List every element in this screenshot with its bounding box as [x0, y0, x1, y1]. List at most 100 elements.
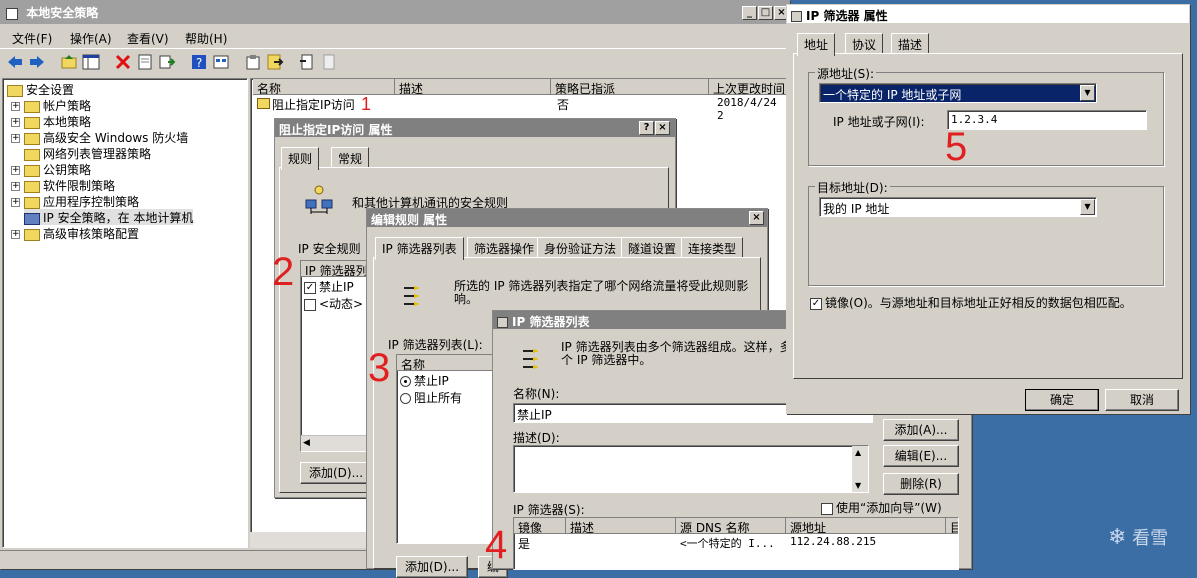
toolbar: ? — [0, 48, 790, 76]
filter-src-dns: <一个特定的 I... — [680, 537, 775, 550]
col-name[interactable]: 名称 — [253, 79, 395, 95]
help-icon[interactable]: ? — [190, 53, 208, 71]
col-assigned[interactable]: 策略已指派 — [551, 79, 709, 95]
back-icon[interactable] — [6, 53, 24, 71]
delete-icon[interactable] — [114, 53, 132, 71]
rule-row-block[interactable]: ✓ 禁止IP — [304, 278, 354, 295]
policy-assigned: 否 — [557, 98, 570, 112]
add-filter-button[interactable]: 添加(A)... — [883, 419, 959, 441]
tab-auth-method[interactable]: 身份验证方法 — [537, 237, 624, 257]
edit-rule-title-bar[interactable]: 编辑规则 属性 — [367, 209, 767, 227]
tab-address[interactable]: 地址 — [797, 33, 836, 56]
tree-root[interactable]: 安全设置 — [7, 81, 74, 97]
main-title-bar[interactable]: 本地安全策略 — [0, 0, 790, 24]
menu-help[interactable]: 帮助(H) — [185, 30, 227, 47]
tree-item-firewall[interactable]: + 高级安全 Windows 防火墙 — [11, 129, 188, 145]
desc-scrollbar[interactable]: ▲ ▼ — [852, 446, 868, 492]
tab-filter-action[interactable]: 筛选器操作 — [467, 237, 542, 257]
dest-group: 目标地址(D): 我的 IP 地址 ▼ — [808, 179, 1164, 286]
minimize-button[interactable]: _ — [742, 6, 757, 20]
dest-dropdown[interactable]: 我的 IP 地址 ▼ — [819, 197, 1097, 217]
assign-icon[interactable] — [298, 53, 316, 71]
manage-icon[interactable] — [244, 53, 262, 71]
delete-filter-button[interactable]: 删除(R) — [883, 473, 959, 495]
tree-item-local[interactable]: + 本地策略 — [11, 113, 91, 129]
description-input[interactable]: ▲ ▼ — [513, 445, 869, 493]
chevron-down-icon[interactable]: ▼ — [1080, 199, 1095, 215]
filters-label: IP 筛选器(S): — [513, 503, 585, 517]
tab-description[interactable]: 描述 — [891, 33, 930, 53]
wizard-checkbox-row[interactable]: 使用“添加向导”(W) — [821, 499, 942, 516]
filter-props-title-bar[interactable]: IP 筛选器 属性 — [787, 5, 1189, 23]
tab-rules[interactable]: 规则 — [281, 147, 320, 170]
tree-item-netlist[interactable]: 网络列表管理器策略 — [24, 145, 151, 161]
ip-input[interactable]: 1.2.3.4 — [947, 110, 1147, 130]
menu-action[interactable]: 操作(A) — [70, 30, 112, 47]
export-icon[interactable] — [158, 53, 176, 71]
tab-tunnel[interactable]: 隧道设置 — [621, 237, 684, 257]
filters-col-src-dns[interactable]: 源 DNS 名称 — [676, 518, 786, 534]
rules-hscroll[interactable]: ◀ — [301, 435, 369, 451]
tree-item-pubkey[interactable]: + 公钥策略 — [11, 161, 91, 177]
filter-props-app-icon — [791, 11, 802, 22]
filters-col-src-addr[interactable]: 源地址 — [786, 518, 946, 534]
tab-general[interactable]: 常规 — [331, 147, 370, 167]
filters-col-more[interactable]: 目 — [946, 518, 958, 534]
view-icon[interactable] — [212, 53, 230, 71]
radio-all[interactable] — [400, 393, 411, 404]
filter-src-addr: 112.24.88.215 — [790, 535, 877, 548]
filters-col-desc[interactable]: 描述 — [566, 518, 676, 534]
properties-icon[interactable] — [136, 53, 154, 71]
rule-row-dynamic[interactable]: <动态> — [304, 295, 363, 312]
tree-item-appctrl[interactable]: + 应用程序控制策略 — [11, 193, 139, 209]
filter-list-app-icon — [497, 317, 508, 328]
rule-checkbox[interactable] — [304, 298, 316, 311]
wizard-checkbox[interactable] — [821, 502, 833, 515]
source-dropdown[interactable]: 一个特定的 IP 地址或子网 ▼ — [819, 83, 1097, 103]
tree-item-ipsec[interactable]: IP 安全策略，在 本地计算机 — [24, 209, 194, 225]
add-rule-icon[interactable] — [266, 53, 284, 71]
add-rule-button[interactable]: 添加(D)... — [300, 462, 372, 484]
rule-props-title-bar[interactable]: 阻止指定IP访问 属性 — [275, 119, 675, 137]
add-filter-list-button[interactable]: 添加(D)... — [396, 556, 468, 578]
annotation-4: 4 — [485, 523, 508, 567]
tab-conn-type[interactable]: 连接类型 — [681, 237, 744, 257]
menu-view[interactable]: 查看(V) — [127, 30, 169, 47]
tab-ip-filter-list[interactable]: IP 筛选器列表 — [375, 237, 464, 260]
help-button[interactable]: ? — [639, 121, 654, 135]
tree-item-softlimit[interactable]: + 软件限制策略 — [11, 177, 115, 193]
source-group: 源地址(S): 一个特定的 IP 地址或子网 ▼ IP 地址或子网(I): 1.… — [808, 65, 1164, 169]
unassign-icon[interactable] — [320, 53, 338, 71]
up-folder-icon[interactable] — [60, 53, 78, 71]
tab-protocol[interactable]: 协议 — [845, 33, 884, 53]
filters-col-mirror[interactable]: 镜像 — [514, 518, 566, 534]
console-tree-icon[interactable] — [82, 53, 100, 71]
tree-item-account[interactable]: + 帐户策略 — [11, 97, 91, 113]
col-changed[interactable]: 上次更改时间 — [709, 79, 789, 95]
edit-filter-button[interactable]: 编辑(E)... — [883, 445, 959, 467]
ok-button[interactable]: 确定 — [1025, 389, 1099, 411]
chevron-down-icon[interactable]: ▼ — [1080, 85, 1095, 101]
forward-icon[interactable] — [28, 53, 46, 71]
cancel-button[interactable]: 取消 — [1105, 389, 1179, 411]
menu-file[interactable]: 文件(F) — [12, 30, 52, 47]
filter-row[interactable]: 是 <一个特定的 I... 112.24.88.215 — [514, 535, 958, 551]
policy-name: 阻止指定IP访问 — [272, 98, 355, 112]
mirror-checkbox-row[interactable]: ✓ 镜像(O)。与源地址和目标地址正好相反的数据包相匹配。 — [810, 294, 1132, 311]
rule-checkbox[interactable]: ✓ — [304, 281, 316, 294]
rules-list-header[interactable]: IP 筛选器列 — [301, 261, 369, 277]
folder-icon — [24, 132, 40, 145]
menu-bar: 文件(F) 操作(A) 查看(V) 帮助(H) — [0, 26, 790, 48]
tree-item-audit[interactable]: + 高级审核策略配置 — [11, 225, 139, 241]
filter-list-row-block[interactable]: 禁止IP — [400, 372, 449, 389]
radio-block[interactable] — [400, 376, 411, 387]
close-button[interactable]: × — [655, 121, 670, 135]
mirror-checkbox[interactable]: ✓ — [810, 297, 822, 310]
maximize-button[interactable]: □ — [758, 6, 773, 20]
annotation-1: 1 — [361, 94, 372, 114]
col-desc[interactable]: 描述 — [395, 79, 551, 95]
source-label: 源地址(S): — [815, 65, 877, 82]
close-button[interactable]: × — [749, 211, 764, 225]
filter-list-row-all[interactable]: 阻止所有 — [400, 389, 462, 406]
policy-row[interactable]: 阻止指定IP访问 1 否 2018/4/24 2 — [255, 94, 785, 122]
